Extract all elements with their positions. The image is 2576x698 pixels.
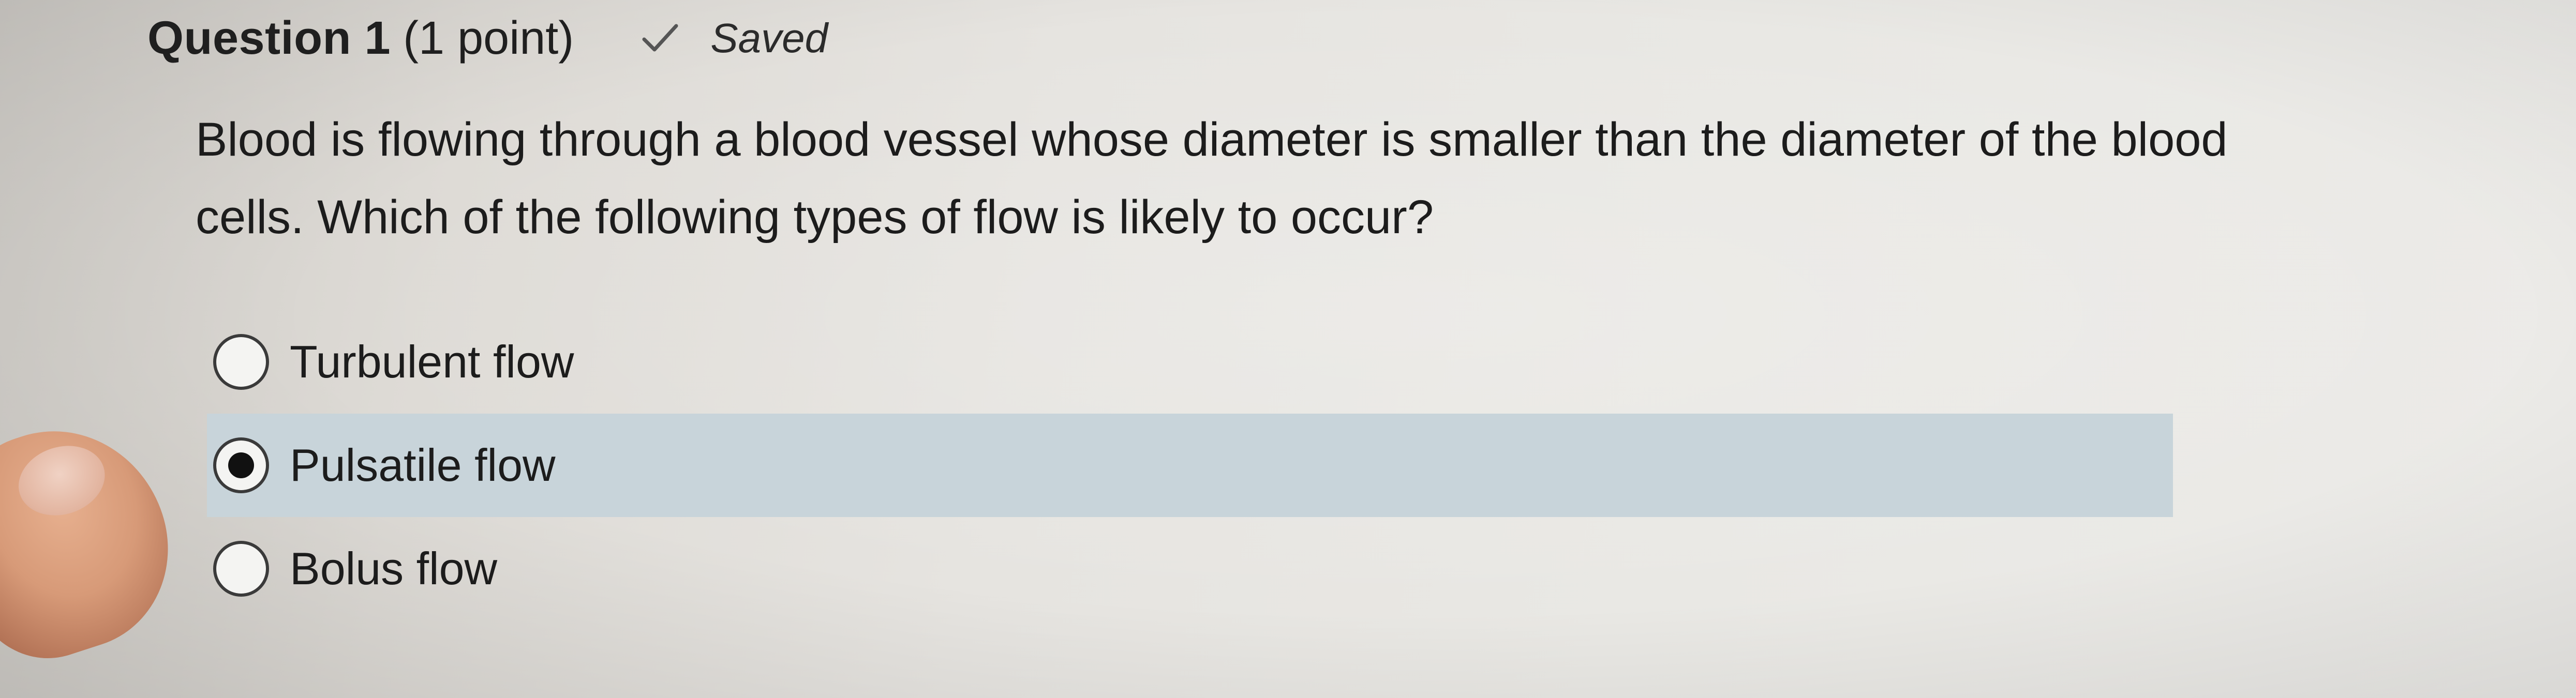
answer-option-pulsatile-flow[interactable]: Pulsatile flow (207, 414, 2173, 517)
saved-status: Saved (641, 14, 828, 62)
saved-label: Saved (710, 15, 828, 61)
radio-button-pulsatile-flow[interactable] (213, 437, 269, 493)
question-prompt: Blood is flowing through a blood vessel … (196, 113, 2228, 244)
radio-button-turbulent-flow[interactable] (213, 334, 269, 390)
question-title: Question 1 (147, 12, 391, 64)
answer-label-bolus-flow[interactable]: Bolus flow (290, 542, 497, 595)
check-icon (642, 24, 678, 52)
answer-label-turbulent-flow[interactable]: Turbulent flow (290, 336, 574, 388)
radio-selected-dot (228, 452, 254, 478)
question-header: Question 1 (1 point) Saved (147, 7, 828, 69)
answer-options: Turbulent flow Pulsatile flow Bolus flow (207, 310, 2173, 620)
finger-in-photo (0, 402, 195, 678)
answer-label-pulsatile-flow[interactable]: Pulsatile flow (290, 439, 556, 492)
question-points: (1 point) (403, 12, 574, 64)
answer-option-turbulent-flow[interactable]: Turbulent flow (207, 310, 2173, 414)
radio-button-bolus-flow[interactable] (213, 541, 269, 597)
answer-option-bolus-flow[interactable]: Bolus flow (207, 517, 2173, 620)
fingernail (9, 435, 114, 526)
